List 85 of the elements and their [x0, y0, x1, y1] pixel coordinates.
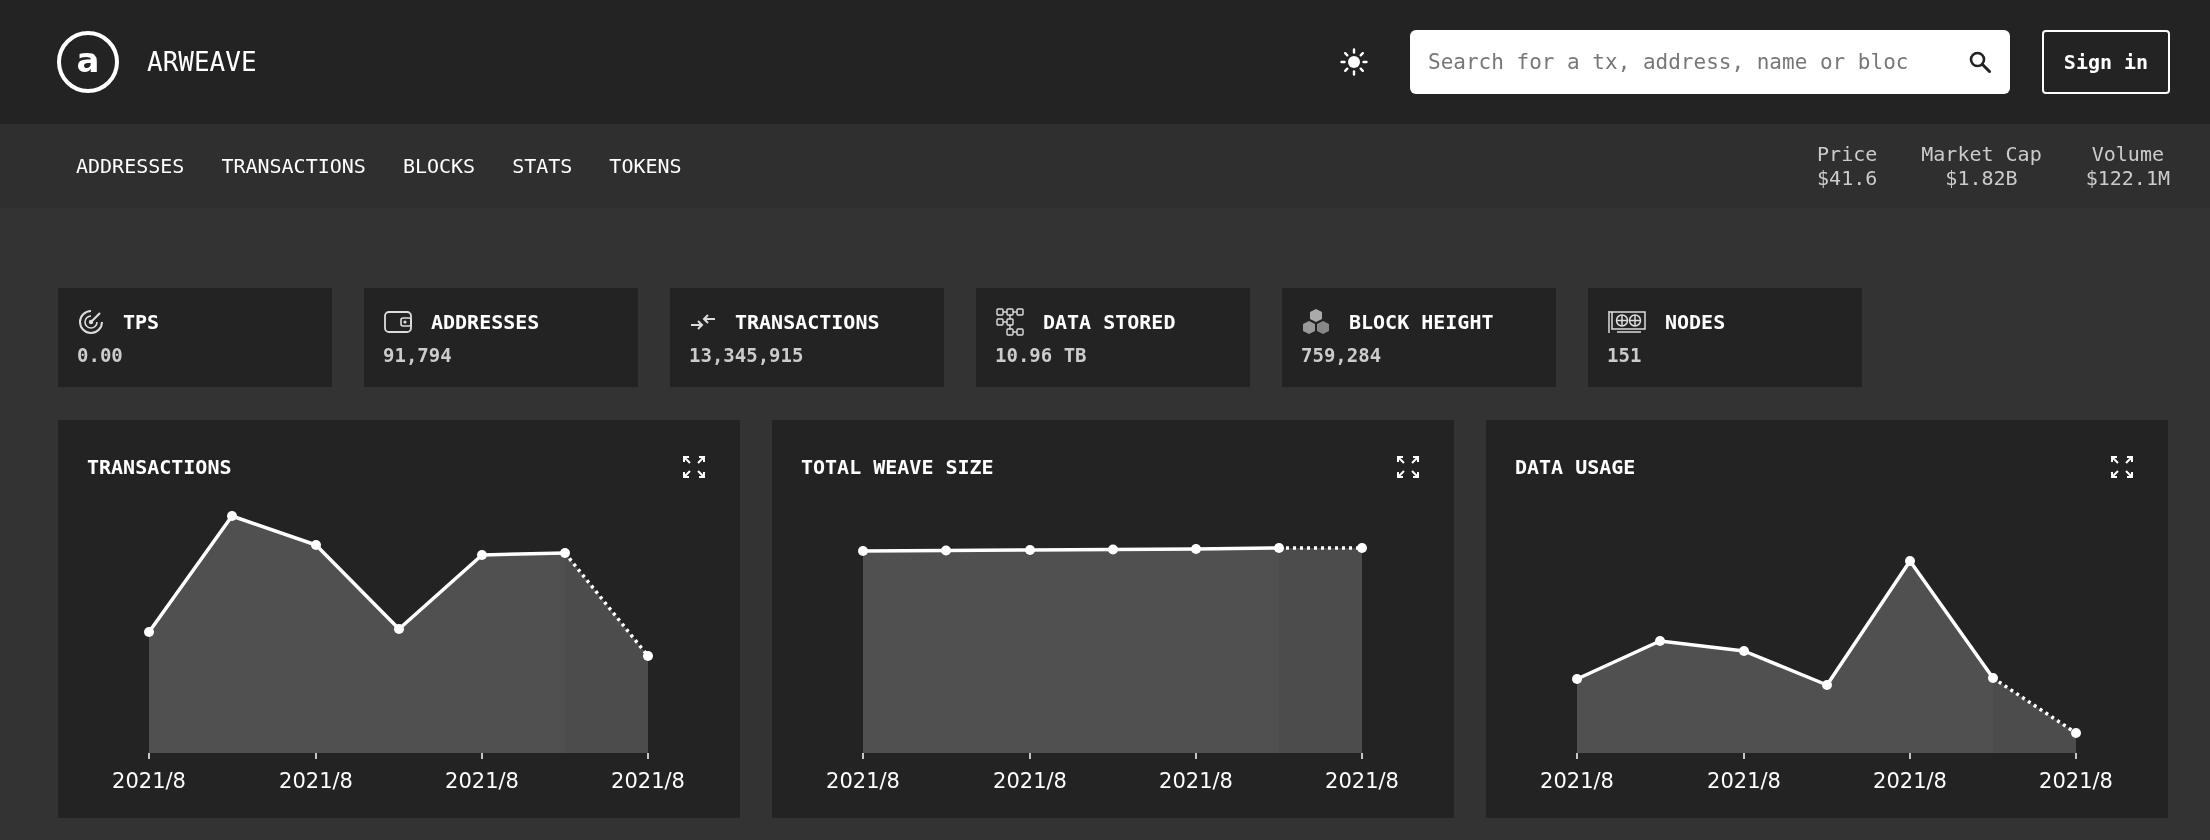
data-point — [1988, 673, 1998, 683]
axis-tick — [315, 752, 317, 760]
market-label: Price — [1817, 142, 1878, 166]
market-value: $41.6 — [1817, 166, 1878, 190]
wallet-icon — [383, 309, 413, 335]
nav-link[interactable]: ADDRESSES — [76, 154, 185, 178]
expand-icon[interactable] — [2110, 455, 2134, 479]
data-point — [394, 624, 404, 634]
data-point — [1357, 543, 1367, 553]
nav-link[interactable]: TOKENS — [609, 154, 682, 178]
chart-title: TRANSACTIONS — [87, 455, 232, 479]
axis-label: 2021/8 — [993, 769, 1067, 793]
axis-tick — [1743, 752, 1745, 760]
stat-label: DATA STORED — [1043, 310, 1176, 334]
axis-label: 2021/8 — [1325, 769, 1399, 793]
axis-tick — [2075, 752, 2077, 760]
axis-label: 2021/8 — [445, 769, 519, 793]
search-field[interactable]: Search for a tx, address, name or bloc — [1410, 30, 2010, 94]
data-point — [1108, 544, 1118, 555]
data-point — [2071, 728, 2081, 738]
stat-value: 91,794 — [383, 344, 453, 366]
axis-label: 2021/8 — [1707, 769, 1781, 793]
logo-icon[interactable]: a — [57, 31, 119, 93]
data-point — [858, 546, 868, 556]
data-point — [477, 550, 487, 560]
data-point — [144, 627, 154, 637]
search-icon[interactable] — [1968, 50, 1992, 74]
stat-label: BLOCK HEIGHT — [1349, 310, 1494, 334]
stat-label: TPS — [123, 310, 160, 334]
axis-label: 2021/8 — [826, 769, 900, 793]
sign-in-button[interactable]: Sign in — [2042, 30, 2170, 94]
market-label: Volume — [2091, 142, 2164, 166]
market-value: $1.82B — [1945, 166, 2018, 190]
graphics-card-icon — [1607, 308, 1647, 336]
data-point — [941, 545, 951, 556]
data-point — [1274, 543, 1284, 553]
axis-tick — [481, 752, 483, 760]
stat-label: NODES — [1665, 310, 1726, 334]
data-point — [560, 548, 570, 558]
axis-label: 2021/8 — [1873, 769, 1947, 793]
stat-value: 0.00 — [77, 344, 124, 366]
nav-link[interactable]: STATS — [512, 154, 573, 178]
stat-value: 151 — [1607, 344, 1643, 366]
axis-tick — [1361, 752, 1363, 760]
data-point — [1905, 556, 1915, 566]
stat-label: TRANSACTIONS — [735, 310, 880, 334]
axis-tick — [1909, 752, 1911, 760]
axis-label: 2021/8 — [2039, 769, 2113, 793]
data-point — [1191, 544, 1201, 554]
axis-label: 2021/8 — [1540, 769, 1614, 793]
data-point — [1655, 636, 1665, 646]
stat-value: 10.96 TB — [995, 344, 1088, 366]
axis-label: 2021/8 — [112, 769, 186, 793]
nav-link[interactable]: TRANSACTIONS — [221, 154, 366, 178]
network-icon — [995, 307, 1025, 337]
market-value: $122.1M — [2085, 166, 2170, 190]
axis-tick — [1195, 752, 1197, 760]
axis-tick — [148, 752, 150, 760]
data-point — [643, 651, 653, 661]
data-point — [1822, 680, 1832, 690]
cubes-icon — [1301, 307, 1331, 337]
data-point — [1572, 674, 1582, 684]
axis-label: 2021/8 — [1159, 769, 1233, 793]
sun-icon[interactable] — [1340, 48, 1368, 76]
axis-label: 2021/8 — [611, 769, 685, 793]
stat-value: 13,345,915 — [689, 344, 805, 366]
site-title[interactable]: ARWEAVE — [147, 47, 257, 77]
stat-value: 759,284 — [1301, 344, 1383, 366]
axis-tick — [1029, 752, 1031, 760]
data-point — [1025, 545, 1035, 555]
axis-tick — [862, 752, 864, 760]
axis-label: 2021/8 — [279, 769, 353, 793]
data-point — [1739, 646, 1749, 656]
data-point — [227, 511, 237, 521]
stat-label: ADDRESSES — [431, 310, 540, 334]
chart-title: TOTAL WEAVE SIZE — [801, 455, 994, 479]
axis-tick — [1576, 752, 1578, 760]
data-point — [311, 540, 321, 550]
nav-link[interactable]: BLOCKS — [402, 154, 476, 178]
market-label: Market Cap — [1921, 142, 2042, 166]
expand-icon[interactable] — [682, 455, 706, 479]
chart-title: DATA USAGE — [1515, 455, 1636, 479]
gauge-icon — [77, 308, 105, 336]
expand-icon[interactable] — [1396, 455, 1420, 479]
axis-tick — [647, 752, 649, 760]
